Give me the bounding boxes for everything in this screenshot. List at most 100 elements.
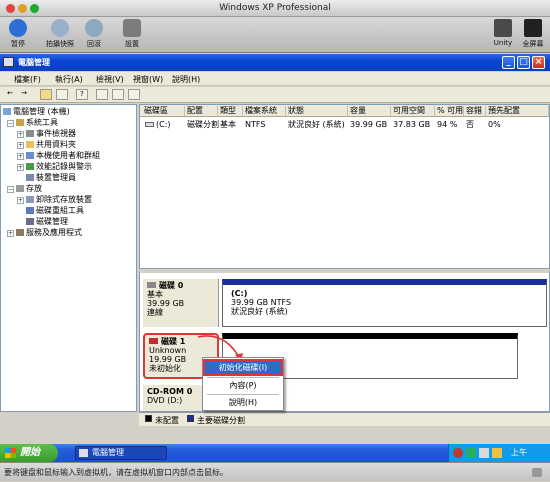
event-viewer-icon xyxy=(26,130,34,137)
menu-help[interactable]: 說明(H) xyxy=(172,74,200,85)
system-tray: 上午 09:50 xyxy=(448,444,550,475)
tree-services[interactable]: 服務及應用程式 xyxy=(16,228,82,237)
tree-perf-logs[interactable]: 效能記錄與警示 xyxy=(26,162,92,171)
settings-icon xyxy=(123,19,141,37)
tree-defrag[interactable]: 磁碟重組工具 xyxy=(26,206,84,215)
up-folder-icon[interactable] xyxy=(40,89,52,100)
legend-unallocated: 未配置 xyxy=(155,416,179,425)
menu-initialize-disk[interactable]: 初始化磁碟(I) xyxy=(203,359,283,376)
security-alert-icon[interactable] xyxy=(453,448,463,458)
volume-list: 磁碟區 配置 類型 檔案系統 狀態 容量 可用空間 % 可用 容錯 預先配置 (… xyxy=(139,104,550,269)
legend-bar: 未配置 主要磁碟分割 xyxy=(139,412,550,426)
network-icon[interactable] xyxy=(479,448,489,458)
tree-system-tools[interactable]: 系統工具 xyxy=(16,118,58,127)
refresh-icon[interactable] xyxy=(128,89,140,100)
shared-folder-icon xyxy=(26,141,34,148)
collapse-icon[interactable]: − xyxy=(7,120,14,127)
menu-file[interactable]: 檔案(F) xyxy=(14,74,41,85)
storage-icon xyxy=(16,185,24,192)
tree-local-users[interactable]: 本機使用者和群組 xyxy=(26,151,100,160)
users-icon xyxy=(26,152,34,159)
col-layout[interactable]: 配置 xyxy=(185,106,218,116)
settings-button[interactable]: 設置 xyxy=(120,19,144,49)
cell-type: 基本 xyxy=(220,120,236,129)
menu-properties[interactable]: 內容(P) xyxy=(205,379,281,392)
volume-icon[interactable] xyxy=(492,448,502,458)
forward-icon[interactable]: → xyxy=(18,89,30,100)
col-type[interactable]: 類型 xyxy=(218,106,243,116)
cell-fault-tolerance: 否 xyxy=(466,120,474,129)
safely-remove-icon[interactable] xyxy=(466,448,476,458)
help-icon[interactable]: ? xyxy=(76,89,88,100)
menu-window[interactable]: 視窗(W) xyxy=(133,74,163,85)
revert-button[interactable]: 回滾 xyxy=(82,19,106,49)
col-filesystem[interactable]: 檔案系統 xyxy=(243,106,286,116)
expand-icon[interactable]: + xyxy=(17,131,24,138)
snapshot-button[interactable]: 拍攝快照 xyxy=(44,19,76,49)
perf-logs-icon xyxy=(26,163,34,170)
back-icon[interactable]: ← xyxy=(4,89,16,100)
legend-primary: 主要磁碟分割 xyxy=(197,416,245,425)
vm-status-bar: 要将键盘和鼠标输入到虚拟机，请在虚拟机窗口内部点击鼠标。 xyxy=(0,462,550,481)
fullscreen-button[interactable]: 全屏幕 xyxy=(518,19,548,49)
unity-label: Unity xyxy=(493,39,513,47)
col-status[interactable]: 狀態 xyxy=(286,106,348,116)
volume-list-header: 磁碟區 配置 類型 檔案系統 狀態 容量 可用空間 % 可用 容錯 預先配置 xyxy=(140,105,549,117)
fullscreen-icon xyxy=(524,19,542,37)
computer-icon xyxy=(3,108,11,115)
menu-view[interactable]: 檢視(V) xyxy=(96,74,124,85)
expand-icon[interactable]: + xyxy=(17,142,24,149)
unity-button[interactable]: Unity xyxy=(490,19,516,47)
col-free-space[interactable]: 可用空間 xyxy=(391,106,435,116)
usb-icon[interactable] xyxy=(532,468,542,477)
menu-action[interactable]: 執行(A) xyxy=(55,74,83,85)
col-fault-tolerance[interactable]: 容錯 xyxy=(464,106,486,116)
col-volume[interactable]: 磁碟區 xyxy=(142,106,185,116)
zoom-dot-icon[interactable] xyxy=(30,4,39,13)
menu-help-item[interactable]: 說明(H) xyxy=(205,396,281,409)
properties-icon[interactable] xyxy=(96,89,108,100)
menu-separator xyxy=(207,394,279,395)
col-percent-free[interactable]: % 可用 xyxy=(435,106,464,116)
primary-swatch xyxy=(187,415,194,422)
cell-status: 狀況良好 (系統) xyxy=(288,120,345,129)
col-overhead[interactable]: 預先配置 xyxy=(486,106,549,116)
camera-icon xyxy=(51,19,69,37)
close-dot-icon[interactable] xyxy=(6,4,15,13)
unallocated-swatch xyxy=(145,415,152,422)
disk-layout-pane: 磁碟 0 基本 39.99 GB 連線 (C:) 39.99 GB NTFS 狀… xyxy=(139,270,550,412)
collapse-icon[interactable]: − xyxy=(7,186,14,193)
unity-icon xyxy=(494,19,512,37)
close-button[interactable]: × xyxy=(532,56,545,69)
tree-disk-management[interactable]: 磁碟管理 xyxy=(26,217,68,226)
start-button[interactable]: 開始 xyxy=(0,444,58,462)
menubar: 檔案(F) 執行(A) 檢視(V) 視窗(W) 說明(H) xyxy=(0,72,550,86)
maximize-button[interactable]: □ xyxy=(517,56,530,69)
expand-icon[interactable]: + xyxy=(17,197,24,204)
pause-button[interactable]: 暂停 xyxy=(6,19,30,49)
cell-overhead: 0% xyxy=(488,120,501,129)
minimize-dot-icon[interactable] xyxy=(18,4,27,13)
expand-icon[interactable]: + xyxy=(7,230,14,237)
removable-storage-icon xyxy=(26,196,34,203)
col-capacity[interactable]: 容量 xyxy=(348,106,391,116)
tree-root[interactable]: 電腦管理 (本機) xyxy=(3,107,70,116)
expand-icon[interactable]: + xyxy=(17,153,24,160)
tree-shared-folders[interactable]: 共用資料夾 xyxy=(26,140,76,149)
tree-device-manager[interactable]: 裝置管理員 xyxy=(26,173,76,182)
minimize-button[interactable]: _ xyxy=(502,56,515,69)
tree-event-viewer[interactable]: 事件檢視器 xyxy=(26,129,76,138)
expand-icon[interactable]: + xyxy=(17,164,24,171)
show-hide-tree-icon[interactable] xyxy=(56,89,68,100)
menu-separator xyxy=(207,377,279,378)
settings-label: 設置 xyxy=(125,40,139,48)
taskbar-item-computer-management[interactable]: 電腦管理 xyxy=(75,446,167,460)
start-label: 開始 xyxy=(20,447,40,458)
export-icon[interactable] xyxy=(112,89,124,100)
tree-storage[interactable]: 存放 xyxy=(16,184,42,193)
pause-label: 暂停 xyxy=(11,40,25,48)
tree-removable-storage[interactable]: 卸除式存放裝置 xyxy=(26,195,92,204)
defrag-icon xyxy=(26,207,34,214)
computer-management-icon xyxy=(3,57,14,67)
toolbar: ← → ? xyxy=(0,87,550,103)
